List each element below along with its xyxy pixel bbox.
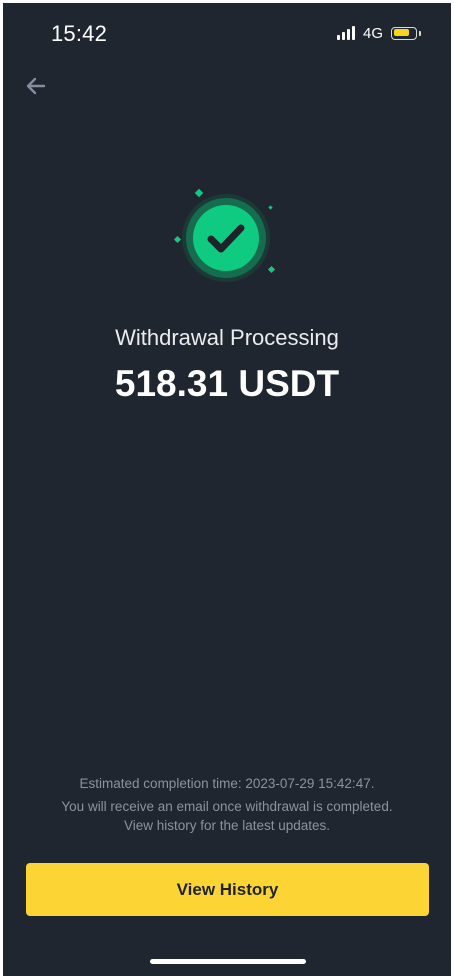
status-indicators: 4G: [336, 23, 421, 43]
home-indicator[interactable]: [150, 959, 306, 964]
status-title: Withdrawal Processing: [115, 325, 339, 350]
email-notice-text: You will receive an email once withdrawa…: [61, 799, 393, 814]
history-notice-text: View history for the latest updates.: [123, 818, 331, 833]
network-type: 4G: [362, 24, 383, 42]
battery-fill: [393, 29, 409, 36]
battery-icon: [391, 26, 421, 40]
withdrawal-screen: 15:42 4G Withdrawal Processing 518.31 US…: [3, 3, 451, 976]
withdrawal-amount: 518.31 USDT: [114, 363, 340, 404]
check-circle-icon: [173, 188, 276, 282]
status-bar: 15:42 4G: [3, 3, 451, 63]
estimated-completion-text: Estimated completion time: 2023-07-29 15…: [79, 776, 375, 791]
arrow-left-icon: [26, 77, 46, 95]
signal-icon: [336, 26, 355, 40]
back-button[interactable]: [21, 71, 51, 101]
status-time: 15:42: [51, 21, 108, 46]
view-history-button[interactable]: View History: [26, 863, 429, 916]
